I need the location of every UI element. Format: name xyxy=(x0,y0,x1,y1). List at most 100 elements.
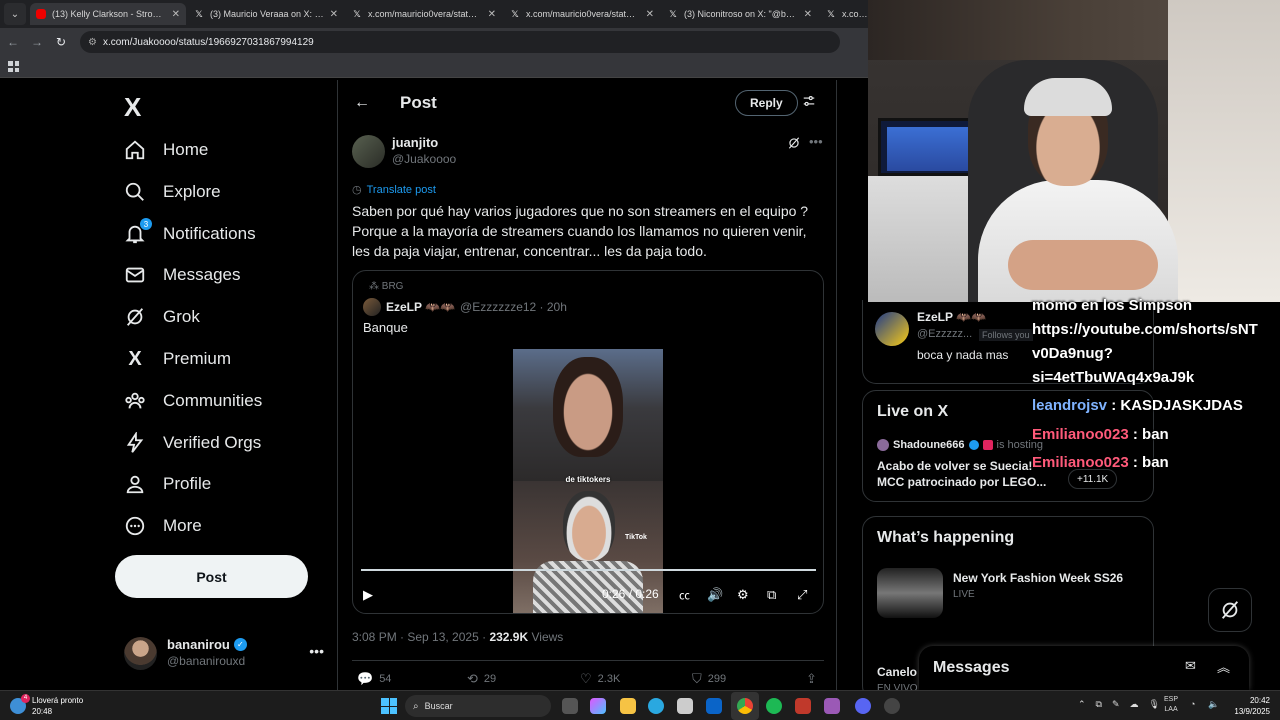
video-frame-top xyxy=(513,349,663,481)
browser-tab-4[interactable]: 𝕏 x.com/mauricio0vera/status/196 ✕ xyxy=(504,3,660,25)
browser-tab-5[interactable]: 𝕏 (3) Niconitroso on X: "@banan ✕ xyxy=(662,3,818,25)
browser-tab-2[interactable]: 𝕏 (3) Mauricio Veraaa on X: "https: ✕ xyxy=(188,3,344,25)
grok-floating-button[interactable] xyxy=(1208,588,1252,632)
avatar[interactable] xyxy=(875,312,909,346)
nav-profile[interactable]: Profile xyxy=(124,469,211,499)
section-title: Live on X xyxy=(877,403,949,420)
video-progress-bar[interactable] xyxy=(361,569,816,571)
cloud-icon[interactable]: ☁ xyxy=(1130,699,1139,710)
volume-icon[interactable]: 🔊 xyxy=(707,587,723,603)
reload-icon[interactable]: ↻ xyxy=(50,35,72,49)
settings-gear-icon[interactable]: ⚙ xyxy=(737,587,749,603)
nav-verified-orgs[interactable]: Verified Orgs xyxy=(124,428,261,458)
chat-line: https://youtube.com/shorts/sNT xyxy=(1032,321,1258,338)
taskbar-search-label: Buscar xyxy=(424,701,453,711)
nav-premium[interactable]: X Premium xyxy=(124,344,231,374)
nav-notifications[interactable]: 3 Notifications xyxy=(124,218,256,249)
grok-icon[interactable] xyxy=(787,136,801,153)
pip-icon[interactable]: ⧉ xyxy=(767,587,776,603)
nav-messages[interactable]: Messages xyxy=(124,260,240,290)
avatar[interactable] xyxy=(352,134,385,168)
nav-explore[interactable]: Explore xyxy=(124,177,221,207)
fullscreen-icon[interactable]: ⤢ xyxy=(797,587,807,603)
post-button[interactable]: Post xyxy=(115,555,308,598)
chevron-up-icon[interactable]: ⌃ xyxy=(1078,699,1086,710)
site-settings-icon[interactable]: ⚙ xyxy=(88,37,97,48)
like-action[interactable]: ♡ 2.3K xyxy=(580,671,620,687)
post-timestamp: 3:08 PM · Sep 13, 2025 · 232.9K Views xyxy=(352,630,564,644)
trend-title[interactable]: New York Fashion Week SS26 xyxy=(953,571,1123,585)
nav-communities[interactable]: Communities xyxy=(124,386,262,416)
x-logo-icon[interactable]: X xyxy=(124,92,141,123)
video-player[interactable]: de tiktokers TikTok xyxy=(513,349,663,613)
translate-post-link[interactable]: ◷ Translate post xyxy=(352,183,436,197)
language-indicator[interactable]: ESP LAA xyxy=(1164,695,1178,715)
close-icon[interactable]: ✕ xyxy=(804,9,812,20)
volume-icon[interactable]: 🔈 xyxy=(1208,699,1219,710)
share-action[interactable]: ⇪ xyxy=(806,671,823,687)
quoted-post[interactable]: ⁂ BRG EzeLP 🦇🦇 @Ezzzzzze12 · 20h Banque … xyxy=(352,270,824,614)
author-name[interactable]: juanjito xyxy=(392,134,456,151)
network-icon[interactable]: ⧉ xyxy=(1096,699,1102,710)
author-handle[interactable]: @Juakoooo xyxy=(392,151,456,168)
file-explorer-icon[interactable] xyxy=(620,698,636,714)
browser-tab-3[interactable]: 𝕏 x.com/mauricio0vera/status/196 ✕ xyxy=(346,3,502,25)
captions-icon[interactable]: ㏄ xyxy=(679,587,690,603)
app-tray-icon[interactable]: ✎ xyxy=(1112,699,1120,710)
live-host[interactable]: Shadoune666 is hosting xyxy=(877,439,1043,451)
app-icon[interactable] xyxy=(824,698,840,714)
people-icon xyxy=(124,390,146,412)
app-icon[interactable] xyxy=(795,698,811,714)
edge-icon[interactable] xyxy=(648,698,664,714)
play-icon[interactable]: ▶ xyxy=(363,587,373,603)
windows-start-icon[interactable] xyxy=(381,698,397,714)
trend-thumbnail[interactable] xyxy=(877,568,943,618)
app-icon[interactable] xyxy=(884,698,900,714)
wifi-icon[interactable]: ◔ xyxy=(1190,699,1195,709)
close-icon[interactable]: ✕ xyxy=(330,9,338,20)
outlook-icon[interactable] xyxy=(706,698,722,714)
spotify-icon[interactable] xyxy=(766,698,782,714)
close-icon[interactable]: ✕ xyxy=(646,9,654,20)
quoted-author-name: EzeLP 🦇🦇 xyxy=(386,300,456,314)
close-icon[interactable]: ✕ xyxy=(172,9,180,20)
nav-more[interactable]: More xyxy=(124,511,202,541)
sliders-icon[interactable] xyxy=(802,94,816,111)
rec-name[interactable]: EzeLP 🦇🦇 xyxy=(917,310,986,324)
apps-grid-icon[interactable] xyxy=(8,61,19,72)
forward-arrow-icon[interactable]: → xyxy=(26,35,48,49)
close-icon[interactable]: ✕ xyxy=(488,9,496,20)
more-horizontal-icon[interactable]: ••• xyxy=(309,643,324,659)
rec-handle[interactable]: @Ezzzzz... xyxy=(917,328,972,340)
back-arrow-icon[interactable]: ← xyxy=(2,35,24,49)
weather-widget[interactable]: 4 Lloverá pronto 20:48 xyxy=(10,694,83,717)
messages-drawer[interactable]: Messages ✉ ︽ xyxy=(919,646,1249,690)
avatar xyxy=(124,636,157,670)
compose-message-icon[interactable]: ✉ xyxy=(1185,658,1196,674)
trend-title[interactable]: Canelo xyxy=(877,665,917,679)
copilot-icon[interactable] xyxy=(590,698,606,714)
task-view-icon[interactable] xyxy=(562,698,578,714)
microphone-icon[interactable]: 🎙 xyxy=(1149,699,1160,710)
discord-icon[interactable] xyxy=(855,698,871,714)
post-author[interactable]: juanjito @Juakoooo xyxy=(352,134,456,168)
more-horizontal-icon[interactable]: ••• xyxy=(809,134,823,149)
bookmark-action[interactable]: ⛉ 299 xyxy=(692,671,726,687)
nav-grok[interactable]: Grok xyxy=(124,302,200,332)
reply-action[interactable]: 💬 54 xyxy=(357,671,391,687)
account-switcher[interactable]: bananirou ✓ @bananirouxd ••• xyxy=(124,633,324,673)
nav-label: Communities xyxy=(163,391,263,410)
browser-tab-1[interactable]: (13) Kelly Clarkson - Stronger (W ✕ xyxy=(30,3,186,25)
chrome-icon[interactable] xyxy=(737,698,753,714)
back-arrow-icon[interactable]: ← xyxy=(354,94,370,112)
reply-button[interactable]: Reply xyxy=(735,90,798,116)
tab-search-button[interactable]: ⌄ xyxy=(4,3,26,25)
repost-action[interactable]: ⟲ 29 xyxy=(467,671,496,687)
store-icon[interactable] xyxy=(677,698,693,714)
taskbar-search-input[interactable]: ⌕ Buscar xyxy=(405,695,551,717)
chevron-up-icon[interactable]: ︽ xyxy=(1217,657,1230,676)
url-input[interactable]: ⚙ x.com/Juakoooo/status/1966927031867994… xyxy=(80,31,840,53)
nav-home[interactable]: Home xyxy=(124,135,208,165)
taskbar-clock[interactable]: 20:42 13/9/2025 xyxy=(1226,695,1270,717)
live-stream-title[interactable]: Acabo de volver se Suecia! MCC patrocina… xyxy=(877,458,1057,490)
